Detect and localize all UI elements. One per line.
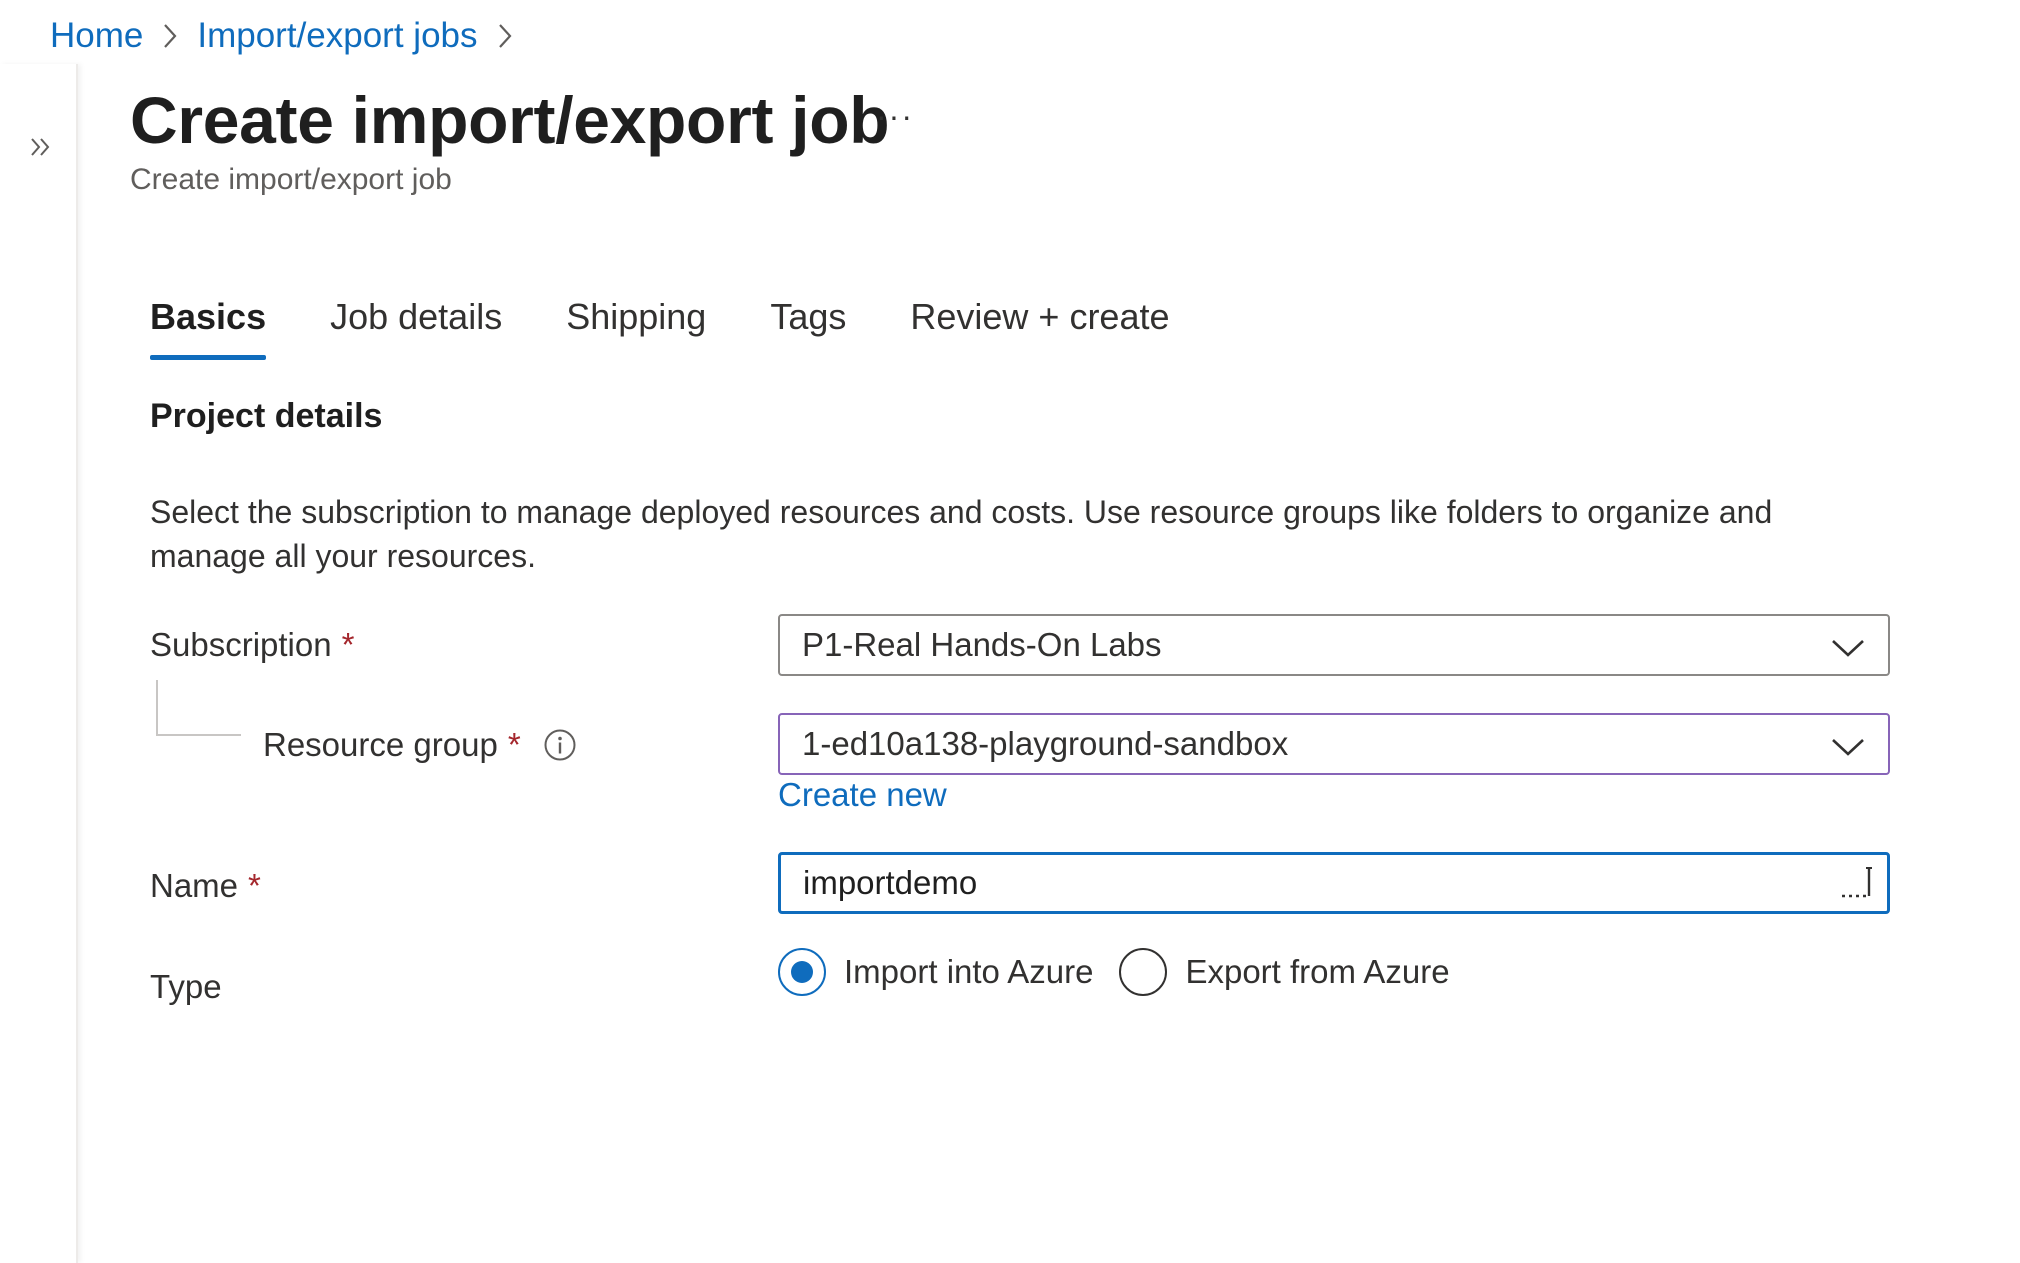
name-input[interactable]: [778, 852, 1890, 914]
page-title: Create import/export job: [130, 83, 890, 157]
type-label: Type: [150, 968, 222, 1006]
breadcrumb: Home Import/export jobs: [50, 16, 532, 56]
radio-label: Import into Azure: [844, 953, 1094, 990]
radio-import-into-azure[interactable]: Import into Azure: [778, 948, 1093, 996]
section-description: Select the subscription to manage deploy…: [150, 494, 1773, 574]
required-indicator: *: [341, 626, 355, 663]
required-indicator: *: [248, 867, 261, 904]
resource-group-dropdown[interactable]: 1-ed10a138-playground-sandbox: [778, 713, 1890, 775]
tab-review-create[interactable]: Review + create: [910, 296, 1169, 360]
resource-group-value: 1-ed10a138-playground-sandbox: [802, 725, 1289, 762]
more-options-button[interactable]: ···: [876, 98, 914, 135]
create-import-export-job-page: Home Import/export jobs Create import/ex…: [0, 0, 2020, 1263]
radio-export-from-azure[interactable]: Export from Azure: [1119, 948, 1450, 996]
left-nav-rail: [0, 64, 78, 1263]
name-label-text: Name: [150, 867, 239, 904]
radio-dot: [791, 961, 813, 983]
section-title: Project details: [150, 397, 383, 435]
radio-button[interactable]: [1119, 948, 1168, 996]
breadcrumb-import-export-jobs-link[interactable]: Import/export jobs: [197, 16, 477, 56]
type-label-text: Type: [150, 968, 222, 1005]
chevron-right-icon: [498, 23, 512, 49]
subscription-dropdown[interactable]: P1-Real Hands-On Labs: [778, 614, 1890, 676]
chevron-down-icon: [1830, 731, 1866, 769]
breadcrumb-home-link[interactable]: Home: [50, 16, 143, 56]
required-indicator: *: [507, 726, 521, 763]
tab-bar: Basics Job details Shipping Tags Review …: [150, 296, 1234, 360]
radio-button-selected[interactable]: [778, 948, 826, 996]
resource-group-label-text: Resource group: [263, 726, 498, 763]
tab-shipping[interactable]: Shipping: [566, 296, 706, 360]
tab-tags[interactable]: Tags: [770, 296, 846, 360]
subscription-value: P1-Real Hands-On Labs: [802, 626, 1162, 663]
info-icon[interactable]: [543, 728, 577, 762]
resource-group-label: Resource group *: [263, 726, 577, 764]
type-radio-group: Import into Azure Export from Azure: [778, 948, 1476, 996]
tab-job-details[interactable]: Job details: [330, 296, 502, 360]
name-label: Name *: [150, 867, 261, 905]
radio-label: Export from Azure: [1185, 953, 1450, 990]
create-new-resource-group-link[interactable]: Create new: [778, 776, 947, 814]
subscription-label-text: Subscription: [150, 626, 332, 663]
chevron-right-icon: [163, 23, 177, 49]
tree-connector: [156, 680, 241, 736]
page-subtitle: Create import/export job: [130, 163, 452, 196]
subscription-label: Subscription *: [150, 626, 354, 664]
chevron-down-icon: [1830, 632, 1866, 670]
tab-basics[interactable]: Basics: [150, 296, 267, 360]
double-chevron-right-icon[interactable]: [26, 132, 56, 162]
